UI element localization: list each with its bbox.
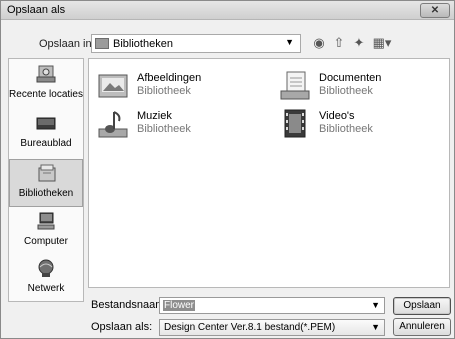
- place-desktop[interactable]: Bureaublad: [9, 110, 83, 158]
- filename-label: Bestandsnaam:: [91, 299, 168, 311]
- cancel-button[interactable]: Annuleren: [393, 318, 451, 336]
- places-bar: Recente locaties Bureaublad Bibliotheken: [8, 58, 84, 302]
- item-name: Muziek: [137, 110, 172, 122]
- place-label: Bibliotheken: [18, 188, 74, 199]
- libraries-icon: [38, 164, 56, 182]
- up-folder-icon[interactable]: ⇧: [331, 35, 347, 51]
- title-bar: Opslaan als ✕: [1, 1, 454, 20]
- videos-library-icon: [284, 109, 306, 138]
- pictures-library-icon: [98, 74, 128, 98]
- back-icon[interactable]: ◉: [311, 35, 327, 51]
- list-item[interactable]: Afbeeldingen Bibliotheek: [93, 69, 263, 105]
- item-type: Bibliotheek: [137, 123, 191, 135]
- computer-icon: [37, 212, 55, 230]
- place-label: Bureaublad: [20, 138, 72, 149]
- save-as-dialog: Opslaan als ✕ Opslaan in: Bibliotheken ▼…: [0, 0, 455, 339]
- chevron-down-icon: ▼: [285, 37, 294, 47]
- place-libraries[interactable]: Bibliotheken: [9, 159, 83, 207]
- network-icon: [38, 259, 54, 277]
- dialog-title: Opslaan als: [7, 4, 66, 16]
- item-type: Bibliotheek: [137, 85, 191, 97]
- place-network[interactable]: Netwerk: [9, 255, 83, 303]
- place-computer[interactable]: Computer: [9, 208, 83, 256]
- list-item[interactable]: Muziek Bibliotheek: [93, 107, 263, 143]
- place-label: Netwerk: [27, 283, 65, 294]
- save-in-dropdown[interactable]: Bibliotheken ▼: [91, 34, 301, 53]
- item-name: Documenten: [319, 72, 382, 84]
- list-item[interactable]: Video's Bibliotheek: [275, 107, 445, 143]
- save-button[interactable]: Opslaan: [393, 297, 451, 315]
- place-recent-locations[interactable]: Recente locaties: [9, 61, 83, 109]
- filetype-select[interactable]: Design Center Ver.8.1 bestand(*.PEM) ▼: [159, 319, 385, 336]
- list-item[interactable]: Documenten Bibliotheek: [275, 69, 445, 105]
- item-name: Video's: [319, 110, 355, 122]
- close-button[interactable]: ✕: [420, 3, 450, 18]
- chevron-down-icon[interactable]: ▼: [371, 300, 380, 310]
- documents-library-icon: [280, 71, 310, 100]
- libraries-icon: [95, 38, 109, 49]
- item-name: Afbeeldingen: [137, 72, 202, 84]
- filetype-value: Design Center Ver.8.1 bestand(*.PEM): [164, 322, 336, 333]
- desktop-icon: [36, 117, 56, 130]
- music-library-icon: [98, 111, 128, 138]
- recent-locations-icon: [36, 65, 56, 83]
- view-menu-icon[interactable]: ▦▾: [371, 35, 393, 51]
- chevron-down-icon: ▼: [371, 322, 380, 332]
- file-list: Afbeeldingen Bibliotheek Documenten Bibl…: [88, 58, 450, 288]
- item-type: Bibliotheek: [319, 85, 373, 97]
- place-label: Recente locaties: [9, 89, 83, 100]
- filename-input[interactable]: Flower ▼: [159, 297, 385, 314]
- filetype-label: Opslaan als:: [91, 321, 153, 333]
- save-in-value: Bibliotheken: [113, 38, 173, 50]
- place-label: Computer: [24, 236, 68, 247]
- item-type: Bibliotheek: [319, 123, 373, 135]
- new-folder-icon[interactable]: ✦: [351, 35, 367, 51]
- filename-value: Flower: [163, 300, 196, 311]
- save-in-label: Opslaan in:: [39, 38, 95, 50]
